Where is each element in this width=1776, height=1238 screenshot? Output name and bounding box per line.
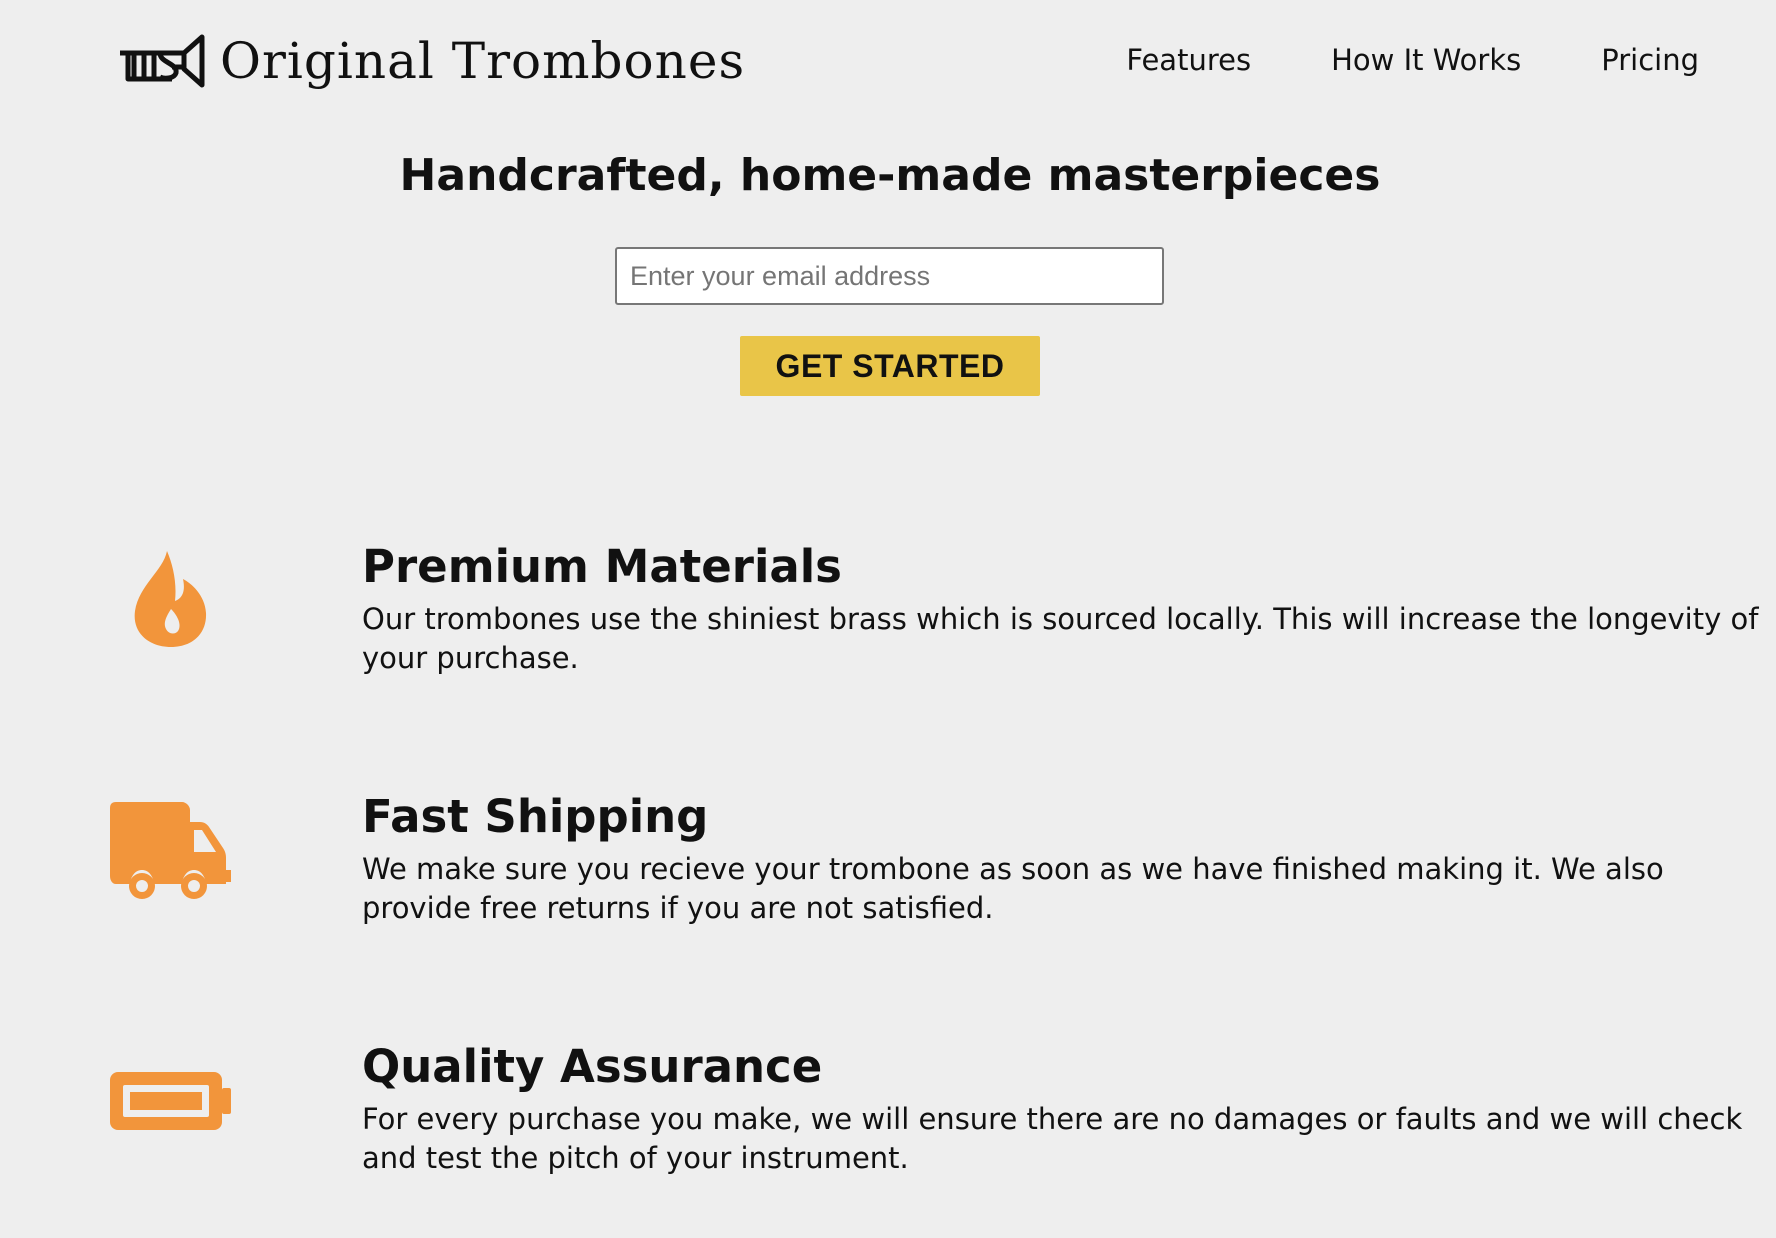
main-nav: Features How It Works Pricing bbox=[1126, 38, 1699, 82]
brand-name: Original Trombones bbox=[220, 32, 746, 90]
trombone-icon bbox=[120, 34, 205, 88]
feature-text: Quality Assurance For every purchase you… bbox=[362, 1040, 1762, 1178]
feature-title: Premium Materials bbox=[362, 540, 842, 593]
feature-title: Fast Shipping bbox=[362, 790, 709, 843]
feature-icon-wrapper bbox=[100, 534, 242, 664]
feature-text: Fast Shipping We make sure you recieve y… bbox=[362, 790, 1762, 928]
feature-title: Quality Assurance bbox=[362, 1040, 823, 1093]
feature-description: We make sure you recieve your trombone a… bbox=[362, 852, 1664, 925]
feature-description: Our trombones use the shiniest brass whi… bbox=[362, 602, 1759, 675]
feature-description: For every purchase you make, we will ens… bbox=[362, 1102, 1743, 1175]
get-started-button[interactable]: GET STARTED bbox=[740, 336, 1040, 396]
brand-logo[interactable]: Original Trombones bbox=[116, 28, 745, 94]
truck-icon bbox=[110, 802, 231, 899]
site-header: Original Trombones Features How It Works… bbox=[0, 0, 1776, 120]
battery-icon bbox=[110, 1072, 231, 1130]
feature-fast-shipping: Fast Shipping We make sure you recieve y… bbox=[0, 790, 1776, 960]
nav-link-features[interactable]: Features bbox=[1126, 43, 1251, 77]
feature-icon-wrapper bbox=[100, 786, 242, 916]
fire-icon bbox=[134, 551, 207, 647]
feature-premium-materials: Premium Materials Our trombones use the … bbox=[0, 540, 1776, 710]
feature-text: Premium Materials Our trombones use the … bbox=[362, 540, 1762, 678]
feature-icon-wrapper bbox=[100, 1036, 242, 1166]
nav-link-how-it-works[interactable]: How It Works bbox=[1331, 43, 1521, 77]
email-input[interactable] bbox=[615, 247, 1164, 305]
hero-title: Handcrafted, home-made masterpieces bbox=[399, 150, 1381, 201]
nav-link-pricing[interactable]: Pricing bbox=[1601, 43, 1699, 77]
feature-quality-assurance: Quality Assurance For every purchase you… bbox=[0, 1040, 1776, 1210]
landing-page: Original Trombones Features How It Works… bbox=[0, 0, 1776, 1238]
